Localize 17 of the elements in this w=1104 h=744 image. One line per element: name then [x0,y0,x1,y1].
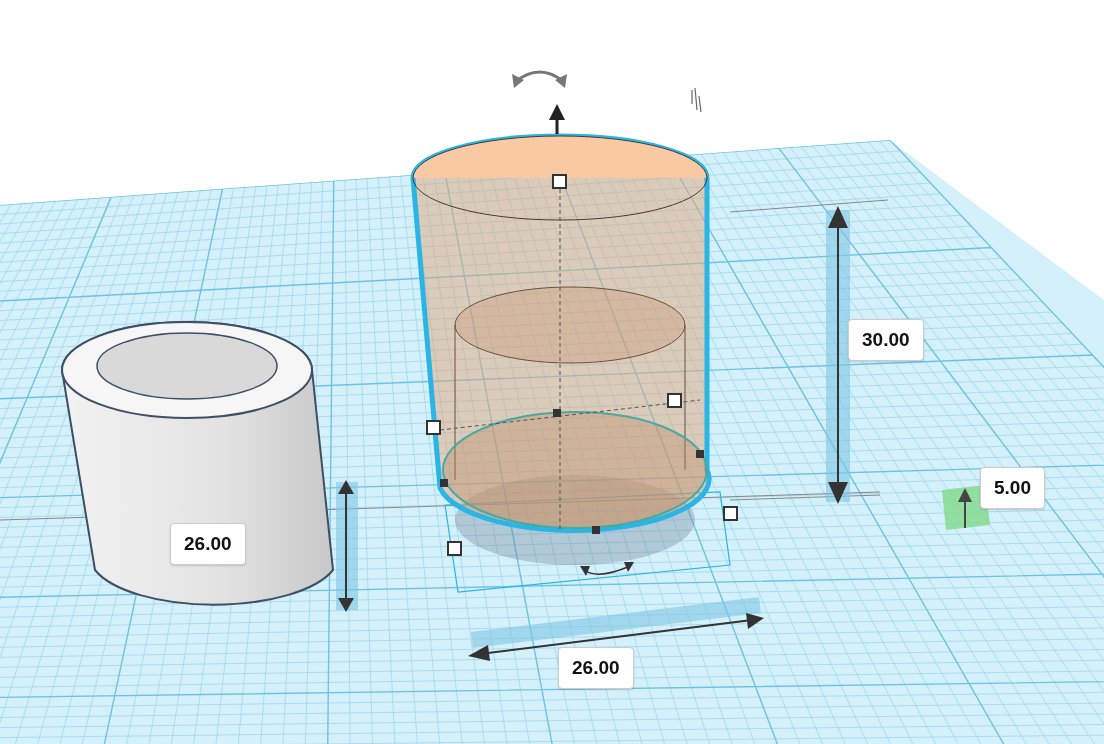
dimension-field[interactable]: 26.00 [170,523,246,565]
resize-handle[interactable] [592,526,600,534]
resize-handle[interactable] [447,541,462,556]
resize-handle[interactable] [426,420,441,435]
rotate-handle-icon[interactable] [512,70,567,88]
resize-handle[interactable] [440,479,448,487]
tube-shape[interactable] [61,321,334,606]
dimension-field[interactable]: 5.00 [980,467,1045,509]
resize-handle[interactable] [553,409,561,417]
rotate-handle-icon[interactable] [580,562,634,576]
resize-handle[interactable] [552,174,567,189]
resize-handle[interactable] [667,393,682,408]
dimension-field[interactable]: 26.00 [558,647,634,689]
lift-arrow-icon[interactable] [549,104,565,134]
resize-handle[interactable] [723,506,738,521]
dimension-field[interactable]: 30.00 [848,319,924,361]
resize-handle[interactable] [696,450,704,458]
